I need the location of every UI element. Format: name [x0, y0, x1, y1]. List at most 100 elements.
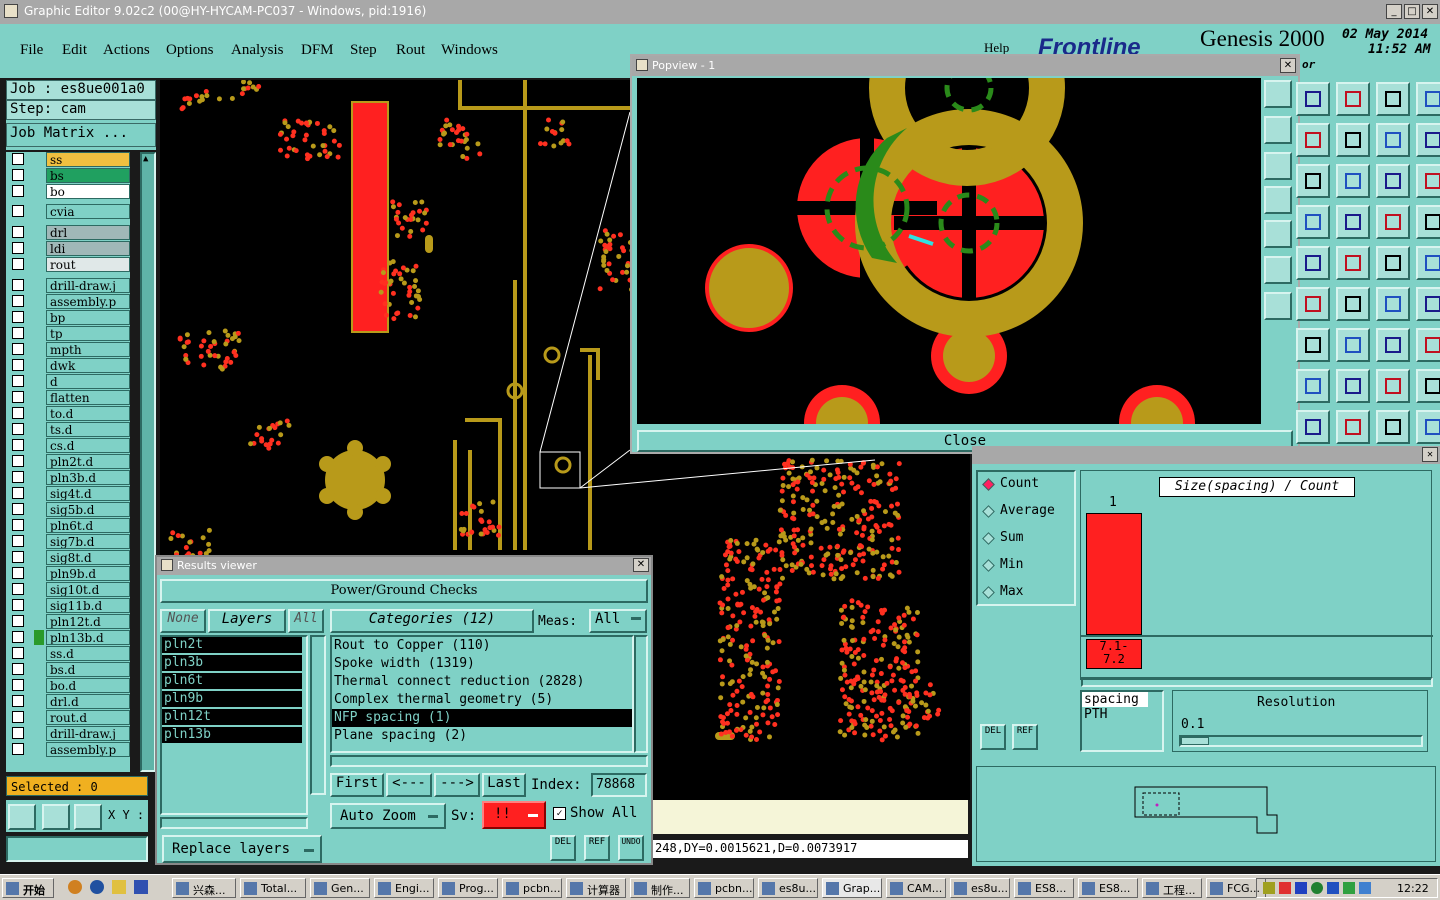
layer-checkbox[interactable]	[12, 535, 24, 547]
index-field[interactable]: 78868	[591, 773, 647, 797]
tool-button-icon[interactable]	[1336, 410, 1370, 444]
start-button[interactable]: 开始	[2, 878, 54, 898]
prev-button[interactable]: <---	[386, 773, 432, 797]
zoom-out-icon[interactable]	[1264, 152, 1292, 180]
layer-checkbox[interactable]	[12, 205, 24, 217]
tool-button-icon[interactable]	[1376, 205, 1410, 239]
categories-header[interactable]: Categories (12)	[330, 609, 534, 633]
layer-row[interactable]: bs.d	[6, 662, 130, 677]
menu-windows[interactable]: Windows	[441, 42, 498, 59]
layer-row[interactable]: sig8t.d	[6, 550, 130, 565]
results-undo-button[interactable]: UNDO	[618, 835, 644, 861]
tool-button-icon[interactable]	[1416, 328, 1440, 362]
scroll-up-icon[interactable]: ▲	[143, 154, 153, 164]
tray-globe-icon[interactable]	[1311, 882, 1323, 894]
stats-close-icon[interactable]: ✕	[1422, 447, 1438, 462]
result-layer-item[interactable]: pln2t	[162, 637, 302, 653]
taskbar-item[interactable]: 计算器	[566, 878, 626, 898]
layer-name[interactable]: pln12t.d	[46, 614, 130, 629]
layer-row[interactable]: tp	[6, 326, 130, 341]
category-hscroll[interactable]	[330, 755, 648, 767]
layer-results-hscroll[interactable]	[160, 817, 308, 829]
zoom-home-icon[interactable]	[1264, 80, 1292, 108]
menu-rout[interactable]: Rout	[396, 42, 425, 59]
tool-button-icon[interactable]	[1296, 410, 1330, 444]
category-scrollbar[interactable]	[634, 635, 648, 753]
layer-name[interactable]: bp	[46, 310, 130, 325]
select-tool-icon[interactable]	[8, 804, 36, 830]
layer-name[interactable]: ss.d	[46, 646, 130, 661]
layer-name[interactable]: dwk	[46, 358, 130, 373]
menu-actions[interactable]: Actions	[103, 42, 150, 59]
layer-checkbox[interactable]	[12, 551, 24, 563]
radio-diamond-icon[interactable]	[982, 586, 995, 599]
layer-row[interactable]: bo.d	[6, 678, 130, 693]
category-item[interactable]: NFP spacing (1)	[332, 709, 632, 727]
layer-name[interactable]: d	[46, 374, 130, 389]
layer-row[interactable]: pln9b.d	[6, 566, 130, 581]
tool-button-icon[interactable]	[1296, 369, 1330, 403]
tray-network-icon[interactable]	[1359, 882, 1371, 894]
results-del-button[interactable]: DEL	[550, 835, 576, 861]
none-button[interactable]: None	[160, 609, 206, 633]
category-item[interactable]: Rout to Copper (110)	[332, 637, 632, 655]
layer-checkbox[interactable]	[12, 711, 24, 723]
tool-button-icon[interactable]	[1376, 410, 1410, 444]
grid-tool-icon[interactable]	[74, 804, 102, 830]
layer-row[interactable]: ldi	[6, 241, 130, 256]
save-icon[interactable]	[134, 880, 148, 894]
measure-tool-icon[interactable]	[42, 804, 70, 830]
tool-button-icon[interactable]	[1336, 82, 1370, 116]
tool-button-icon[interactable]	[1376, 246, 1410, 280]
tool-button-icon[interactable]	[1296, 82, 1330, 116]
layer-row[interactable]: drl	[6, 225, 130, 240]
layer-checkbox[interactable]	[12, 663, 24, 675]
layer-row[interactable]: sig7b.d	[6, 534, 130, 549]
layer-row[interactable]: bo	[6, 184, 130, 199]
result-layer-item[interactable]: pln12t	[162, 709, 302, 725]
layer-checkbox[interactable]	[12, 519, 24, 531]
tool-button-icon[interactable]	[1336, 205, 1370, 239]
category-item[interactable]: Plane spacing (2)	[332, 727, 632, 745]
taskbar-item[interactable]: Engi...	[374, 878, 434, 898]
tool-button-icon[interactable]	[1416, 246, 1440, 280]
all-button[interactable]: All	[288, 609, 324, 633]
layer-row[interactable]: d	[6, 374, 130, 389]
menu-edit[interactable]: Edit	[62, 42, 87, 59]
menu-dfm[interactable]: DFM	[301, 42, 334, 59]
tool-button-icon[interactable]	[1416, 164, 1440, 198]
layer-checkbox[interactable]	[12, 487, 24, 499]
next-button[interactable]: --->	[434, 773, 480, 797]
layer-name[interactable]: mpth	[46, 342, 130, 357]
taskbar-item[interactable]: ES8...	[1014, 878, 1074, 898]
layer-checkbox[interactable]	[12, 295, 24, 307]
layer-row[interactable]: bp	[6, 310, 130, 325]
result-layer-item[interactable]: pln3b	[162, 655, 302, 671]
layer-row[interactable]: rout.d	[6, 710, 130, 725]
layer-checkbox[interactable]	[12, 226, 24, 238]
layer-checkbox[interactable]	[12, 311, 24, 323]
layer-checkbox[interactable]	[12, 471, 24, 483]
browser-icon[interactable]	[68, 880, 82, 894]
tool-button-icon[interactable]	[1416, 82, 1440, 116]
layer-name[interactable]: drill-draw.j	[46, 726, 130, 741]
layer-row[interactable]: pln3b.d	[6, 470, 130, 485]
layer-row[interactable]: ss.d	[6, 646, 130, 661]
layer-name[interactable]: bs.d	[46, 662, 130, 677]
tool-button-icon[interactable]	[1376, 287, 1410, 321]
layer-row[interactable]: pln13b.d	[6, 630, 130, 645]
results-ref-button[interactable]: REF	[584, 835, 610, 861]
layer-checkbox[interactable]	[12, 615, 24, 627]
menu-analysis[interactable]: Analysis	[231, 42, 284, 59]
layers-header[interactable]: Layers	[208, 609, 286, 633]
layer-checkbox[interactable]	[12, 423, 24, 435]
layer-checkbox[interactable]	[12, 439, 24, 451]
replace-layers-select[interactable]: Replace layers	[162, 835, 322, 863]
taskbar-item[interactable]: Prog...	[438, 878, 498, 898]
layer-row[interactable]: cs.d	[6, 438, 130, 453]
taskbar-item[interactable]: es8u...	[758, 878, 818, 898]
layer-name[interactable]: ss	[46, 152, 130, 167]
result-layer-item[interactable]: pln6t	[162, 673, 302, 689]
layer-scrollbar[interactable]: ▲	[140, 152, 156, 772]
auto-zoom-select[interactable]: Auto Zoom	[330, 803, 446, 829]
